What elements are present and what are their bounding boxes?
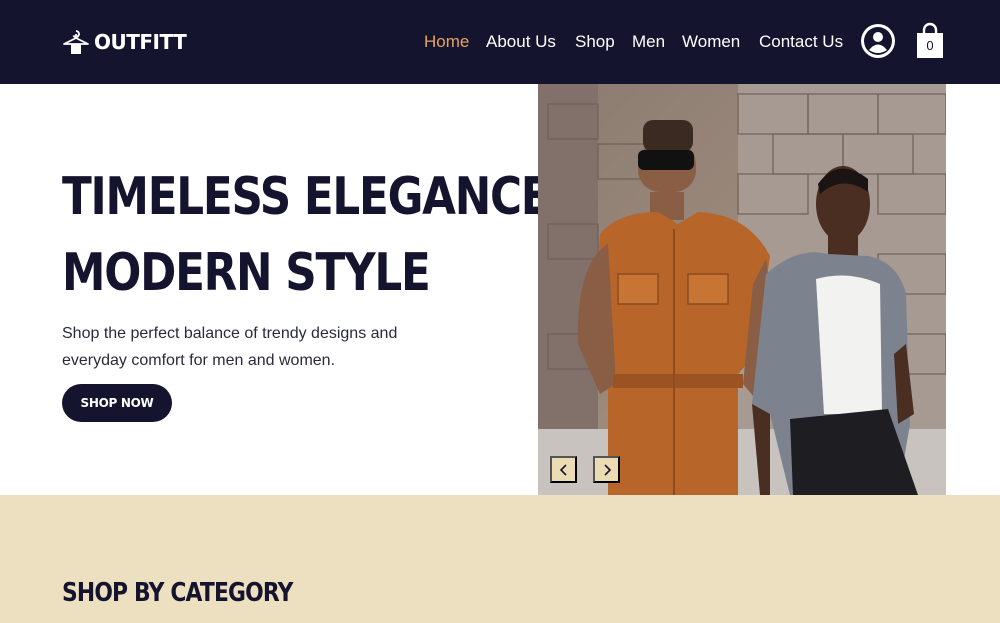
user-avatar-icon: [861, 24, 895, 58]
hero-title-line-1: TIMELESS ELEGANCE,: [62, 167, 566, 227]
hero-subtitle: Shop the perfect balance of trendy desig…: [62, 325, 398, 369]
carousel-next-button[interactable]: [593, 456, 620, 483]
account-button[interactable]: [861, 24, 895, 58]
hero-image: [538, 84, 946, 495]
chevron-right-icon: [601, 463, 613, 477]
hero-title-line-2: MODERN STYLE: [62, 243, 431, 303]
shop-now-button[interactable]: SHOP NOW: [62, 384, 172, 422]
carousel-prev-button[interactable]: [550, 456, 577, 483]
nav-men[interactable]: Men: [632, 30, 665, 54]
nav-about-us[interactable]: About Us: [486, 30, 556, 54]
cart-count-badge: 0: [926, 38, 934, 53]
shop-by-category-section: SHOP BY CATEGORY: [0, 495, 1000, 623]
hero-section: TIMELESS ELEGANCE, MODERN STYLE Shop the…: [0, 84, 1000, 495]
nav-home[interactable]: Home: [424, 30, 469, 54]
nav-women[interactable]: Women: [682, 30, 740, 54]
category-title: SHOP BY CATEGORY: [62, 578, 293, 608]
main-nav: Home About Us Shop Men Women Contact Us: [0, 30, 1000, 54]
hero-title: TIMELESS ELEGANCE, MODERN STYLE: [62, 159, 566, 311]
hero-photo: [538, 84, 946, 495]
nav-shop[interactable]: Shop: [575, 30, 615, 54]
cart-button[interactable]: 0: [916, 22, 944, 60]
nav-contact-us[interactable]: Contact Us: [759, 30, 843, 54]
top-navbar: OUTFITT Home About Us Shop Men Women Con…: [0, 0, 1000, 84]
chevron-left-icon: [558, 463, 570, 477]
